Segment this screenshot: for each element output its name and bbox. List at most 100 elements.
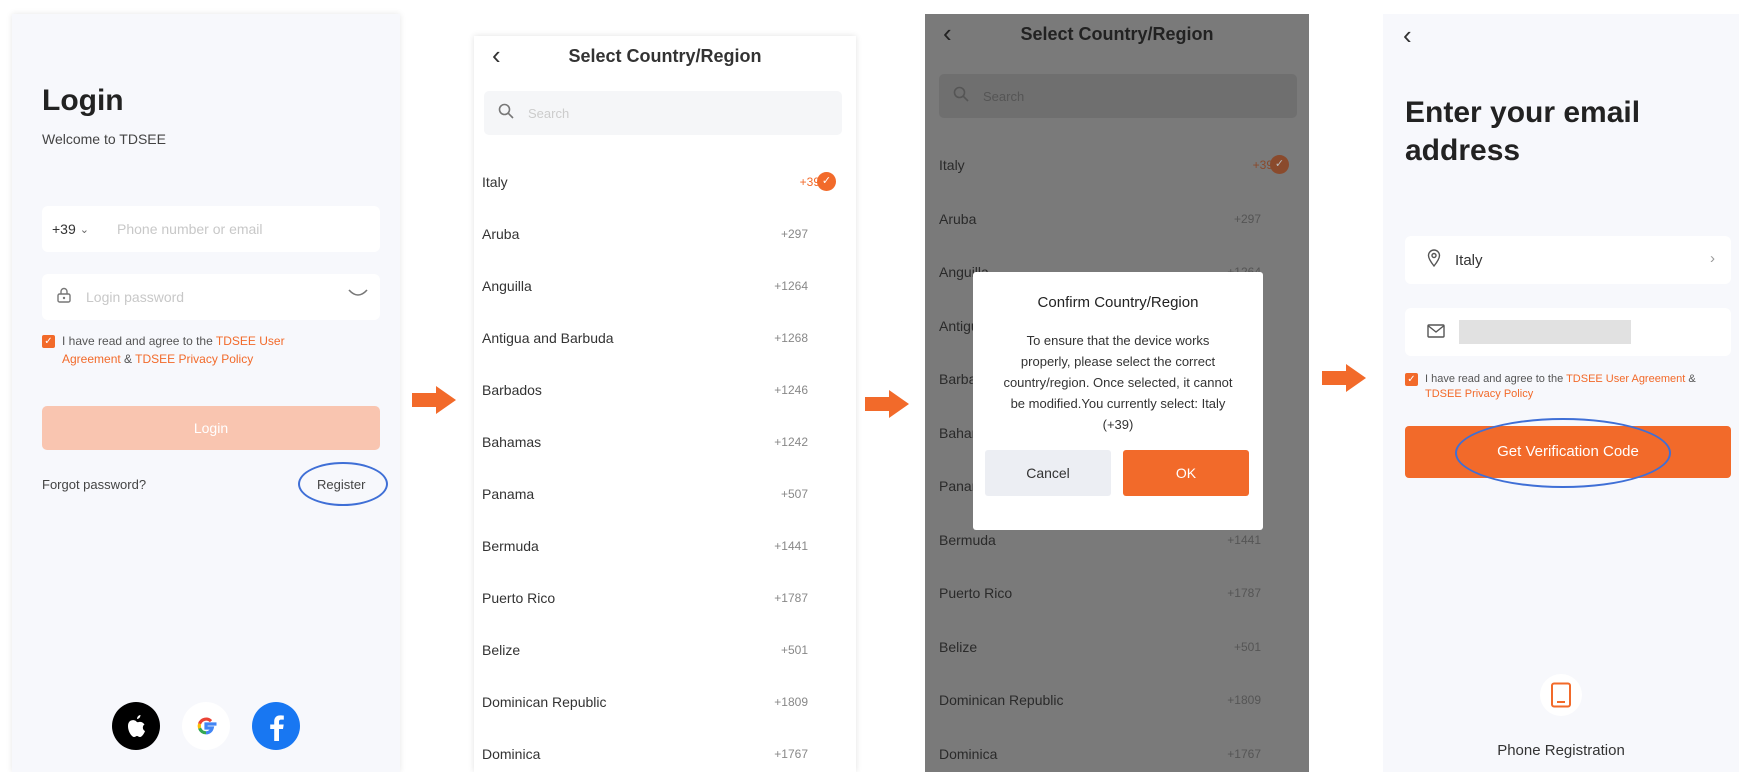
search-input[interactable]: Search [939,74,1297,118]
search-placeholder: Search [983,88,1025,104]
country-row[interactable]: Belize +501 [925,623,1309,675]
ok-button[interactable]: OK [1123,450,1249,496]
arrow-right-icon [412,386,456,414]
country-row[interactable]: Aruba +297 [474,210,856,262]
agree-checkbox[interactable]: ✓ [1405,373,1418,386]
chevron-down-icon: ⌄ [79,223,89,236]
agreement-text: I have read and agree to the TDSEE User … [1425,373,1696,400]
arrow-right-icon [1322,364,1366,392]
country-row[interactable]: Barbados +1246 [474,366,856,418]
page-title: Login [42,84,124,117]
country-code: +507 [780,487,808,501]
country-code: +501 [780,643,808,657]
country-row[interactable]: Puerto Rico +1787 [925,569,1309,621]
country-name: Dominican Republic [482,694,607,710]
select-region-screen: ‹ Select Country/Region Search Italy +39 ✓… [474,36,856,772]
check-icon: ✓ [1270,155,1289,174]
country-name: Dominica [939,745,998,762]
search-icon [953,86,969,107]
country-row[interactable]: Dominica +1767 [925,730,1309,772]
email-field[interactable] [1405,308,1731,356]
agreement-row: ✓ I have read and agree to the TDSEE Use… [1405,372,1705,402]
country-selector[interactable]: Italy › [1405,236,1731,284]
password-field[interactable]: Login password [42,274,380,320]
back-icon[interactable]: ‹ [1403,20,1412,51]
country-code: +1809 [774,695,808,709]
email-registration-screen: ‹ Enter your email address Italy › ✓ I h… [1383,14,1739,772]
password-input[interactable]: Login password [86,289,184,305]
lock-icon [56,287,76,307]
privacy-policy-link[interactable]: TDSEE Privacy Policy [1425,388,1533,400]
google-icon[interactable] [182,702,230,750]
country-name: Anguilla [482,278,532,294]
search-icon [498,103,514,124]
apple-icon[interactable] [112,702,160,750]
country-row[interactable]: Aruba +297 [925,195,1309,247]
country-code: +501 [1233,639,1261,654]
tutorial-stage: Login Welcome to TDSEE +39 ⌄ Phone numbe… [0,0,1747,772]
phone-input[interactable]: Phone number or email [117,221,263,237]
country-name: Antigua and Barbuda [482,330,614,346]
page-title: Enter your email address [1405,96,1641,167]
country-name: Bermuda [939,531,996,548]
arrow-right-icon [865,390,909,418]
country-code-selector[interactable]: +39 ⌄ [42,221,117,237]
country-row[interactable]: Dominican Republic +1809 [474,678,856,730]
country-name: Puerto Rico [939,585,1013,601]
country-row[interactable]: Panama +507 [474,470,856,522]
check-icon: ✓ [817,172,836,191]
country-name: Puerto Rico [482,590,556,606]
country-code: +297 [780,227,808,241]
search-input[interactable]: Search [484,91,842,135]
country-row[interactable]: Bahamas +1242 [474,418,856,470]
header: ‹ Select Country/Region [925,14,1309,56]
country-code: +1809 [1227,693,1261,707]
country-row[interactable]: Italy +39 ✓ [925,141,1309,193]
country-row[interactable]: Italy +39 ✓ [474,158,856,210]
eye-closed-icon[interactable] [348,287,368,305]
phone-registration-link[interactable]: Phone Registration [1383,742,1739,759]
email-input[interactable] [1459,320,1631,344]
page-subtitle: Welcome to TDSEE [42,131,166,147]
country-code: +1242 [774,435,808,449]
forgot-password-link[interactable]: Forgot password? [42,477,146,492]
chevron-right-icon: › [1710,250,1715,267]
country-code: +1441 [774,539,808,553]
user-agreement-link[interactable]: TDSEE User Agreement [1566,373,1685,385]
country-name: Dominican Republic [939,692,1064,708]
agreement-row: ✓ I have read and agree to the TDSEE Use… [42,332,342,368]
mail-icon [1427,323,1445,341]
country-name: Italy [1455,251,1483,269]
country-name: Barbados [482,382,542,398]
facebook-icon[interactable] [252,702,300,750]
login-screen: Login Welcome to TDSEE +39 ⌄ Phone numbe… [12,14,400,772]
confirm-dialog: Confirm Country/Region To ensure that th… [973,272,1263,530]
country-name: Aruba [482,226,520,242]
agreement-text: I have read and agree to the TDSEE User … [62,334,285,366]
country-name: Belize [939,638,978,655]
country-name: Italy [939,157,965,173]
country-row[interactable]: Puerto Rico +1787 [474,574,856,626]
header-title: Select Country/Region [568,46,762,66]
highlight-ellipse [1455,418,1671,488]
country-row[interactable]: Bermuda +1441 [474,522,856,574]
country-name: Panama [482,486,535,502]
agree-checkbox[interactable]: ✓ [42,335,55,348]
dialog-message: To ensure that the device works properly… [1003,333,1233,432]
country-code: +1441 [1227,532,1261,547]
header: ‹ Select Country/Region [474,36,856,78]
country-row[interactable]: Dominica +1767 [474,730,856,772]
country-code: +1767 [774,747,808,761]
location-pin-icon [1427,249,1441,271]
country-row[interactable]: Belize +501 [474,626,856,678]
login-button[interactable]: Login [42,406,380,450]
country-row[interactable]: Anguilla +1264 [474,262,856,314]
phone-field[interactable]: +39 ⌄ Phone number or email [42,206,380,252]
privacy-policy-link[interactable]: TDSEE Privacy Policy [135,352,253,366]
country-code: +1264 [774,279,808,293]
cancel-button[interactable]: Cancel [985,450,1111,496]
country-row[interactable]: Antigua and Barbuda +1268 [474,314,856,366]
tablet-icon[interactable] [1540,674,1582,716]
country-row[interactable]: Dominican Republic +1809 [925,676,1309,728]
country-code: +1787 [774,591,808,605]
